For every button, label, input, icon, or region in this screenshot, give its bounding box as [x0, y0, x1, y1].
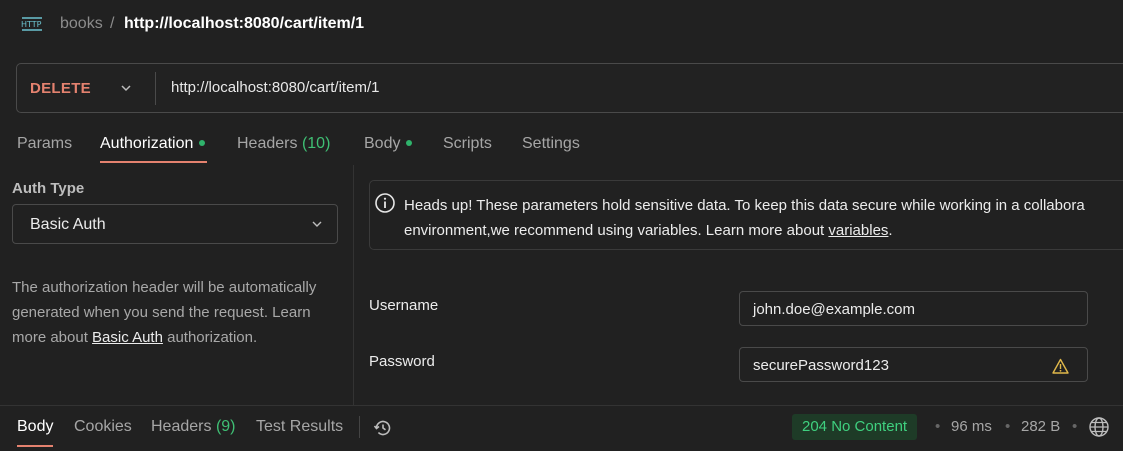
tab-params[interactable]: Params [17, 135, 72, 153]
response-time[interactable]: 96 ms [951, 418, 992, 435]
tab-label: Headers [151, 418, 212, 435]
chevron-down-icon[interactable] [310, 217, 324, 231]
meta-separator: • [1005, 418, 1011, 435]
notice-period: . [888, 222, 893, 239]
status-badge[interactable]: 204 No Content [792, 414, 918, 440]
svg-text:HTTP: HTTP [21, 20, 42, 29]
response-tab-divider [359, 416, 360, 438]
response-headers-count: (9) [215, 418, 236, 435]
tab-headers[interactable]: Headers (10) [237, 135, 330, 153]
active-tab-indicator [100, 161, 207, 163]
tab-label: Headers [237, 135, 298, 152]
username-label: Username [369, 297, 439, 314]
method-select[interactable]: DELETE [30, 80, 91, 97]
password-label: Password [369, 353, 435, 370]
auth-description-tail: authorization. [162, 329, 258, 346]
meta-separator: • [935, 418, 941, 435]
tab-label: Authorization [100, 135, 194, 152]
headers-count: (10) [301, 135, 331, 152]
panel-divider[interactable] [353, 165, 354, 405]
tab-label: Body [364, 135, 401, 152]
response-tab-body[interactable]: Body [17, 418, 53, 436]
tab-body[interactable]: Body [364, 135, 413, 153]
active-response-tab-indicator [17, 445, 53, 447]
history-icon[interactable] [372, 417, 394, 439]
url-input[interactable]: http://localhost:8080/cart/item/1 [171, 79, 379, 96]
auth-type-value[interactable]: Basic Auth [30, 216, 106, 234]
tab-authorization[interactable]: Authorization [100, 135, 206, 153]
notice-text: Heads up! These parameters hold sensitiv… [404, 193, 1123, 243]
username-value[interactable]: john.doe@example.com [753, 301, 915, 318]
notice-line-2: environment,we recommend using variables… [404, 222, 829, 239]
breadcrumb-separator: / [110, 15, 115, 32]
http-icon: HTTP [21, 17, 42, 31]
response-tab-headers[interactable]: Headers (9) [151, 418, 236, 436]
url-divider [155, 72, 156, 105]
status-dot [406, 140, 413, 146]
password-value[interactable]: securePassword123 [753, 357, 889, 374]
response-divider [0, 405, 1123, 406]
variables-link[interactable]: variables [828, 222, 888, 239]
response-tab-test-results[interactable]: Test Results [256, 418, 343, 436]
auth-type-label: Auth Type [12, 180, 85, 197]
globe-icon[interactable] [1088, 416, 1110, 438]
tab-settings[interactable]: Settings [522, 135, 580, 153]
notice-line-1: Heads up! These parameters hold sensitiv… [404, 197, 1085, 214]
status-dot [199, 140, 206, 146]
response-tab-cookies[interactable]: Cookies [74, 418, 132, 436]
response-size[interactable]: 282 B [1021, 418, 1060, 435]
breadcrumb-request-title[interactable]: http://localhost:8080/cart/item/1 [124, 15, 364, 33]
meta-separator: • [1072, 418, 1078, 435]
info-icon [375, 193, 395, 213]
chevron-down-icon[interactable] [118, 80, 134, 96]
auth-description: The authorization header will be automat… [12, 275, 342, 350]
tab-scripts[interactable]: Scripts [443, 135, 492, 153]
basic-auth-link[interactable]: Basic Auth [92, 329, 163, 346]
warning-icon[interactable] [1052, 358, 1069, 375]
breadcrumb-collection[interactable]: books [60, 15, 103, 33]
